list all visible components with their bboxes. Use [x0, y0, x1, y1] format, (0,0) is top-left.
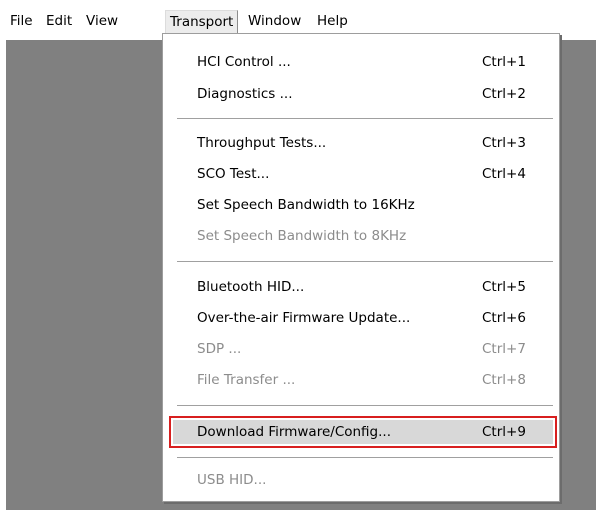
- menu-item-label: File Transfer ...: [197, 372, 296, 388]
- menu-window[interactable]: Window: [244, 10, 305, 32]
- menu-edit[interactable]: Edit: [42, 10, 76, 32]
- menu-separator: [177, 261, 553, 263]
- menu-item-usb-hid: USB HID...: [173, 468, 553, 492]
- menu-item-shortcut: Ctrl+4: [482, 166, 526, 182]
- menu-item-download-firmware-config[interactable]: Download Firmware/Config... Ctrl+9: [169, 416, 557, 448]
- menu-item-label: Over-the-air Firmware Update...: [197, 310, 411, 326]
- menu-separator: [177, 405, 553, 407]
- transport-dropdown-menu: HCI Control ... Ctrl+1 Diagnostics ... C…: [162, 33, 560, 502]
- menu-item-bluetooth-hid[interactable]: Bluetooth HID... Ctrl+5: [173, 275, 553, 299]
- menu-help[interactable]: Help: [313, 10, 352, 32]
- menu-item-speech-bandwidth-16khz[interactable]: Set Speech Bandwidth to 16KHz: [173, 193, 553, 217]
- menu-item-sdp: SDP ... Ctrl+7: [173, 337, 553, 361]
- menu-item-label: Download Firmware/Config...: [197, 424, 392, 440]
- menu-separator: [177, 118, 553, 120]
- menu-item-shortcut: Ctrl+9: [482, 424, 526, 440]
- menu-item-label: HCI Control ...: [197, 54, 291, 70]
- menu-item-sco-test[interactable]: SCO Test... Ctrl+4: [173, 162, 553, 186]
- menu-item-throughput-tests[interactable]: Throughput Tests... Ctrl+3: [173, 131, 553, 155]
- menu-item-shortcut: Ctrl+6: [482, 310, 526, 326]
- menu-item-shortcut: Ctrl+8: [482, 372, 526, 388]
- menu-item-label: SCO Test...: [197, 166, 270, 182]
- menu-transport[interactable]: Transport: [165, 10, 239, 33]
- menu-item-label: Set Speech Bandwidth to 16KHz: [197, 197, 415, 213]
- menu-view[interactable]: View: [82, 10, 122, 32]
- menu-separator: [177, 457, 553, 459]
- menu-item-speech-bandwidth-8khz: Set Speech Bandwidth to 8KHz: [173, 224, 553, 248]
- menu-item-label: Diagnostics ...: [197, 86, 293, 102]
- menu-item-hci-control[interactable]: HCI Control ... Ctrl+1: [173, 50, 553, 74]
- menu-item-shortcut: Ctrl+3: [482, 135, 526, 151]
- menu-item-ota-firmware-update[interactable]: Over-the-air Firmware Update... Ctrl+6: [173, 306, 553, 330]
- menu-item-label: USB HID...: [197, 472, 267, 488]
- menu-item-file-transfer: File Transfer ... Ctrl+8: [173, 368, 553, 392]
- menu-item-label: Bluetooth HID...: [197, 279, 305, 295]
- menu-item-label: SDP ...: [197, 341, 242, 357]
- menu-item-shortcut: Ctrl+7: [482, 341, 526, 357]
- menu-item-shortcut: Ctrl+5: [482, 279, 526, 295]
- menu-item-shortcut: Ctrl+1: [482, 54, 526, 70]
- menu-item-diagnostics[interactable]: Diagnostics ... Ctrl+2: [173, 82, 553, 106]
- menu-item-label: Throughput Tests...: [197, 135, 327, 151]
- menu-file[interactable]: File: [6, 10, 37, 32]
- menu-item-label: Set Speech Bandwidth to 8KHz: [197, 228, 407, 244]
- menu-item-shortcut: Ctrl+2: [482, 86, 526, 102]
